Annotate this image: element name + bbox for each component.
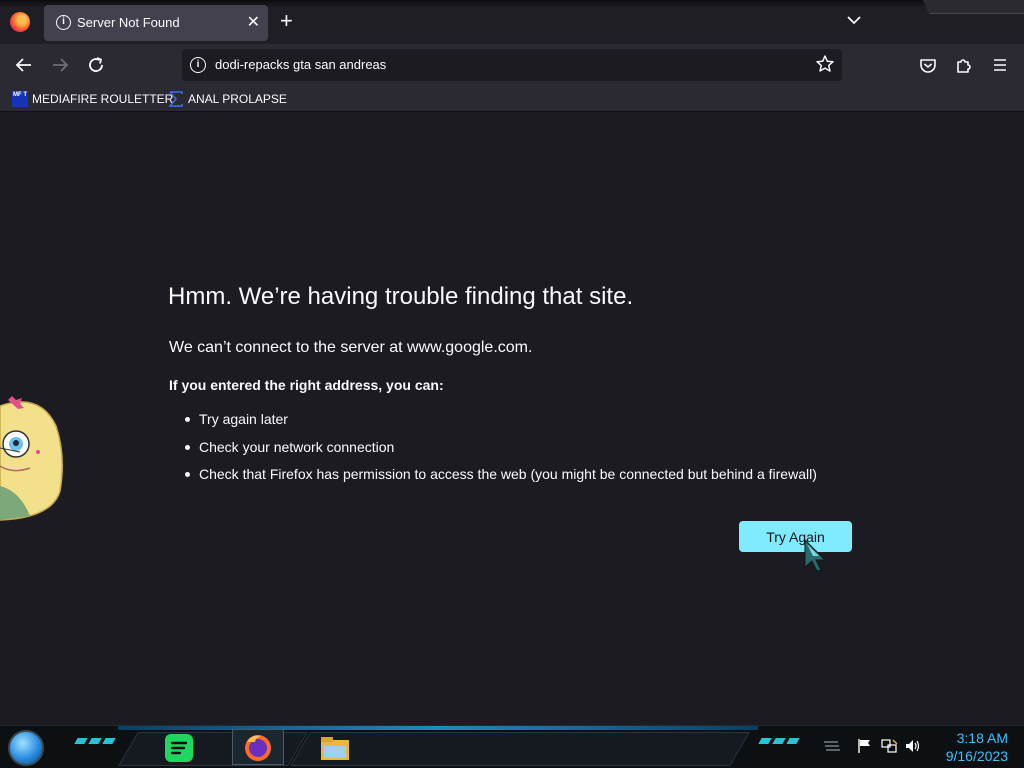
pocket-icon[interactable]: [915, 52, 941, 78]
navigation-toolbar: i dodi-repacks gta san andreas: [0, 44, 1024, 86]
bookmark-anal-prolapse[interactable]: ANAL PROLAPSE: [168, 90, 287, 108]
chevron-down-icon[interactable]: [844, 10, 864, 30]
taskbar: 3:18 AM 9/16/2023: [0, 725, 1024, 768]
firefox-icon[interactable]: [241, 732, 275, 764]
volume-icon[interactable]: [904, 738, 922, 754]
error-subtitle: We can’t connect to the server at www.go…: [169, 339, 533, 356]
spotify-icon[interactable]: [162, 732, 196, 764]
url-bar[interactable]: i dodi-repacks gta san andreas: [182, 49, 842, 81]
mft-icon: MF T: [12, 91, 28, 107]
extensions-icon[interactable]: [951, 52, 977, 78]
suggestion-list: Try again later Check your network conne…: [185, 411, 817, 494]
list-item: Try again later: [185, 411, 817, 439]
info-icon: i: [56, 15, 71, 30]
taskbar-glow-bar: [118, 726, 758, 730]
list-item: Check your network connection: [185, 439, 817, 467]
error-page: Hmm. We’re having trouble finding that s…: [0, 113, 1024, 725]
bookmark-mediafire-rouletter[interactable]: MF T MEDIAFIRE ROULETTER: [12, 90, 173, 108]
error-intro: If you entered the right address, you ca…: [169, 377, 444, 393]
bookmark-label: MEDIAFIRE ROULETTER: [32, 92, 174, 106]
show-desktop-icon[interactable]: [822, 738, 840, 754]
cartoon-character-image: [0, 396, 63, 521]
tab-server-not-found[interactable]: i Server Not Found ✕: [44, 5, 268, 41]
firefox-icon[interactable]: [10, 12, 30, 32]
clock-date: 9/16/2023: [945, 748, 1008, 764]
site-info-icon[interactable]: i: [190, 57, 206, 73]
clock-time: 3:18 AM: [956, 730, 1008, 746]
url-input[interactable]: dodi-repacks gta san andreas: [215, 57, 386, 72]
try-again-button[interactable]: Try Again: [739, 521, 852, 552]
start-button[interactable]: [8, 730, 44, 766]
taskbar-plate: [290, 732, 750, 766]
taskbar-decoration: [74, 738, 116, 746]
tab-close-button[interactable]: ✕: [247, 12, 260, 32]
bookmarks-toolbar: MF T MEDIAFIRE ROULETTER ANAL PROLAPSE: [0, 86, 1024, 112]
mouse-cursor-icon: [804, 538, 827, 572]
forward-button[interactable]: [47, 52, 73, 78]
bookmark-star-icon[interactable]: [814, 53, 836, 75]
back-button[interactable]: [11, 52, 37, 78]
sigma-icon: [168, 91, 183, 107]
error-title: Hmm. We’re having trouble finding that s…: [168, 283, 634, 310]
flag-icon[interactable]: [856, 738, 874, 754]
tab-strip: i Server Not Found ✕ +: [0, 0, 1024, 44]
system-clock[interactable]: 3:18 AM 9/16/2023: [946, 729, 1008, 765]
hamburger-menu-icon[interactable]: [987, 52, 1013, 78]
list-item: Check that Firefox has permission to acc…: [185, 466, 817, 494]
tab-title: Server Not Found: [77, 15, 180, 30]
reload-button[interactable]: [83, 52, 109, 78]
new-tab-button[interactable]: +: [280, 9, 293, 33]
bookmark-label: ANAL PROLAPSE: [188, 92, 287, 106]
taskbar-decoration: [758, 738, 800, 746]
network-icon[interactable]: [880, 738, 898, 754]
window-controls-decoration: [922, 0, 1024, 14]
file-explorer-icon[interactable]: [318, 732, 352, 764]
